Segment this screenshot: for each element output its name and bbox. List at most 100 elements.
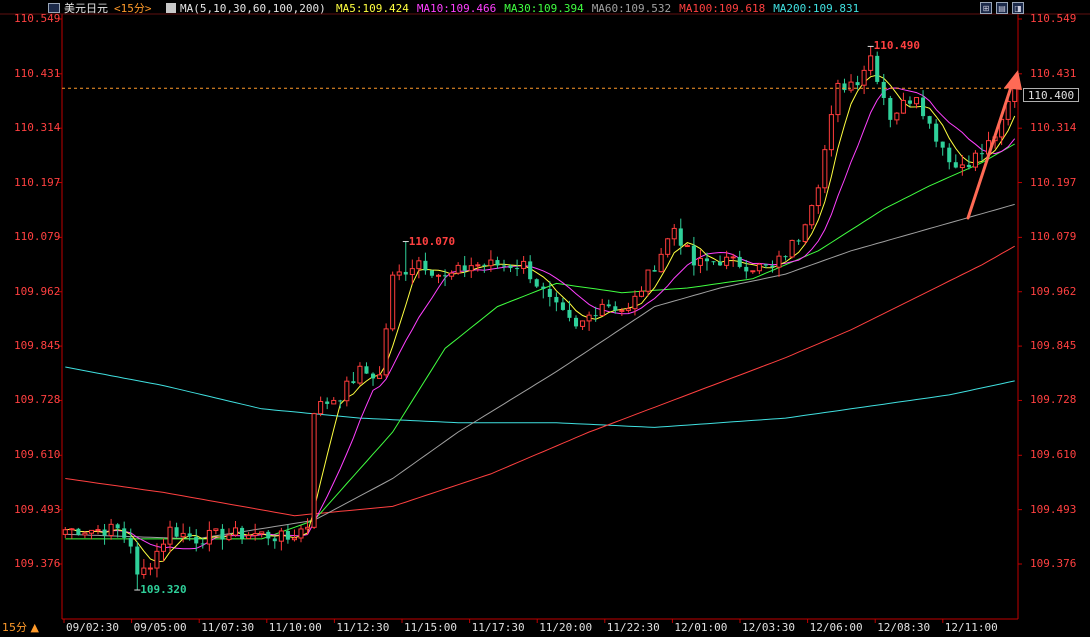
candle-body-down — [429, 270, 434, 276]
candle-body-up — [750, 270, 756, 273]
candle-body-down — [927, 116, 932, 124]
x-tick-label: 11/22:30 — [606, 621, 660, 634]
candle-body-down — [678, 228, 683, 246]
y-tick-label-left: 109.962 — [14, 284, 61, 298]
candle-body-up — [638, 290, 645, 297]
candle-body-up — [62, 529, 68, 535]
y-tick-label-right: 109.728 — [1030, 393, 1077, 407]
candle-body-up — [724, 256, 730, 266]
candle-body-up — [232, 527, 239, 536]
candle-body-up — [154, 550, 160, 569]
candle-body-up — [206, 529, 212, 545]
candle-body-down — [364, 366, 369, 374]
indicator-toggle-icon[interactable] — [166, 3, 176, 13]
candle-body-up — [900, 99, 906, 114]
candle-body-up — [475, 264, 481, 267]
candle-body-down — [770, 265, 775, 268]
chart-mode-icon[interactable]: ▤ — [996, 2, 1008, 14]
candle-body-down — [534, 279, 539, 287]
candle-body-down — [573, 317, 579, 327]
candle-body-up — [697, 257, 703, 266]
candle-body-down — [482, 264, 487, 266]
y-tick-label-left: 109.376 — [14, 557, 61, 570]
y-tick-label-left: 109.493 — [14, 502, 61, 516]
candle-body-down — [606, 304, 611, 307]
y-tick-label-left: 109.845 — [14, 339, 61, 353]
candle-body-up — [167, 526, 173, 545]
candlestick-chart[interactable] — [0, 0, 1090, 637]
candle-body-down — [593, 315, 598, 317]
x-tick-label: 11/20:00 — [539, 621, 593, 634]
window-icon[interactable]: ◨ — [1012, 2, 1024, 14]
x-tick-label: 11/10:00 — [268, 621, 322, 634]
candle-body-up — [455, 264, 461, 274]
candle-body-down — [783, 256, 788, 258]
candle-body-up — [632, 295, 638, 310]
candle-body-down — [554, 296, 559, 303]
candle-body-down — [888, 97, 893, 120]
candle-body-down — [613, 306, 618, 311]
candle-body-up — [868, 55, 874, 71]
y-tick-label-right: 110.314 — [1030, 121, 1077, 135]
candle-body-down — [744, 266, 749, 272]
y-tick-label-right: 109.493 — [1030, 502, 1077, 516]
candle-body-up — [665, 238, 671, 255]
candle-body-down — [934, 123, 939, 142]
candle-body-up — [318, 401, 324, 415]
y-tick-label-left: 110.431 — [14, 66, 61, 80]
ma-legend-item: MA5:109.424 — [336, 2, 409, 15]
candle-body-up — [684, 245, 690, 248]
candle-body-down — [325, 401, 330, 404]
candle-body-down — [403, 271, 408, 275]
candle-body-down — [338, 400, 343, 402]
candle-body-up — [88, 529, 94, 534]
candle-body-up — [828, 114, 834, 151]
candle-body-up — [822, 149, 828, 189]
y-tick-label-left: 110.314 — [14, 121, 61, 135]
candle-body-down — [842, 83, 847, 91]
candle-body-down — [122, 528, 127, 538]
candle-body-up — [645, 269, 651, 292]
ma60-line — [65, 203, 1015, 540]
candle-body-down — [541, 286, 546, 289]
candle-body-up — [246, 534, 252, 540]
candle-body-up — [913, 97, 920, 105]
candle-body-down — [567, 309, 572, 318]
candle-body-down — [881, 81, 886, 98]
candle-body-up — [815, 187, 821, 207]
period-selector[interactable]: 15分 ▲ — [2, 621, 39, 635]
candle-body-down — [691, 245, 696, 266]
candle-body-up — [861, 69, 867, 86]
candle-body-up — [259, 531, 265, 535]
candle-body-down — [763, 264, 768, 266]
symbol-name: 美元日元 — [64, 2, 108, 15]
layout-icon[interactable]: ⊞ — [980, 2, 992, 14]
candle-body-down — [194, 536, 199, 544]
trend-arrow-shaft — [966, 82, 1014, 220]
x-tick-label: 12/06:00 — [809, 621, 863, 634]
candle-body-down — [174, 527, 179, 537]
y-tick-label-right: 110.549 — [1030, 12, 1077, 25]
candle-body-up — [409, 268, 415, 276]
candle-body-up — [180, 532, 186, 538]
extreme-price-label: 109.320 — [140, 583, 187, 597]
candle-body-down — [560, 302, 565, 310]
candle-body-up — [69, 528, 75, 531]
candle-body-down — [102, 529, 107, 536]
ma30-line — [65, 143, 1015, 540]
y-tick-label-right: 110.197 — [1030, 175, 1077, 189]
candle-body-up — [108, 523, 114, 536]
candle-body-up — [468, 265, 474, 272]
candle-body-up — [802, 224, 808, 243]
ma-legend-item: MA100:109.618 — [679, 2, 766, 15]
candle-body-down — [508, 265, 513, 269]
candle-body-down — [266, 531, 271, 539]
candle-body-down — [652, 270, 657, 272]
candle-body-up — [449, 272, 455, 277]
y-tick-label-right: 109.376 — [1030, 557, 1077, 570]
candle-body-down — [737, 256, 742, 267]
ma5-line — [65, 74, 1016, 563]
candle-body-up — [298, 528, 304, 539]
candle-body-down — [240, 527, 245, 539]
y-tick-label-left: 109.610 — [14, 448, 61, 462]
